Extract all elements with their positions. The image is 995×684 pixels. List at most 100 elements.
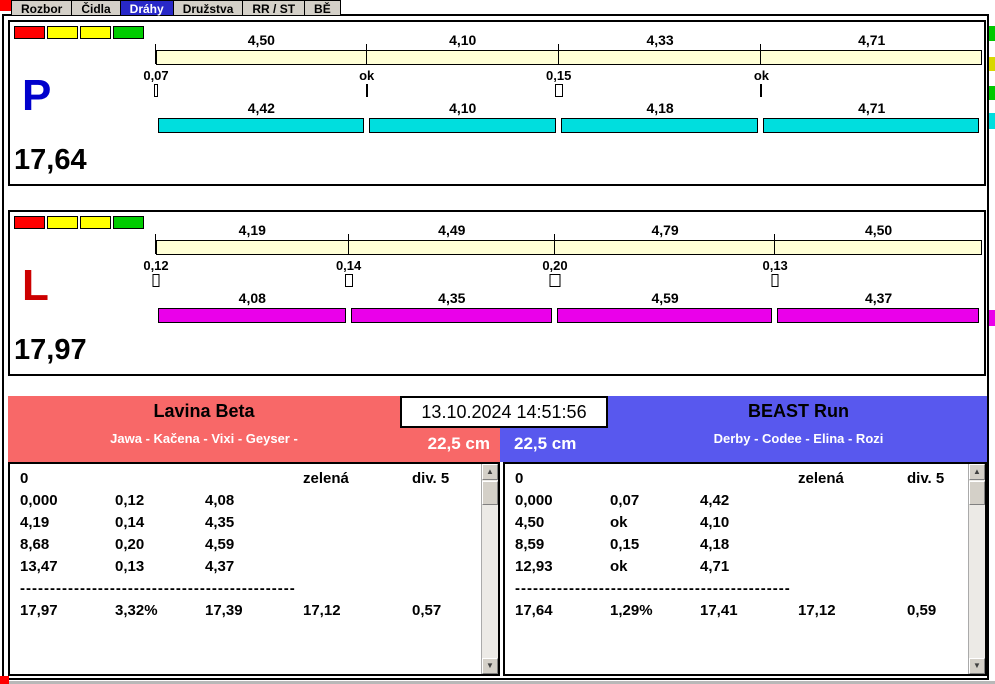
table-row: 17,64 1,29% 17,41 17,12 0,59 bbox=[505, 602, 967, 624]
table-cell: 0,12 bbox=[115, 492, 145, 509]
scroll-down-button[interactable]: ▼ bbox=[969, 658, 985, 674]
table-row: 0,000 0,07 4,42 bbox=[505, 492, 967, 514]
lane-panel-p: P 4,50 0,07 4,42 4,10 ok 4,10 4,33 0,15 4,18 4,71… bbox=[8, 20, 986, 186]
table-cell: 0,000 bbox=[20, 492, 58, 509]
split-tick bbox=[774, 234, 776, 254]
table-cell: 0,20 bbox=[115, 536, 145, 553]
table-row: 13,47 0,13 4,37 bbox=[10, 558, 480, 580]
run-bar-segment bbox=[777, 308, 979, 323]
scrollbar[interactable]: ▲ ▼ bbox=[481, 464, 498, 674]
run-time: 4,35 bbox=[438, 290, 466, 306]
table-cell: div. 5 bbox=[412, 470, 450, 487]
split-time: 4,71 bbox=[858, 32, 886, 48]
split-tick bbox=[365, 44, 367, 64]
tab-čidla[interactable]: Čidla bbox=[71, 0, 120, 16]
table-cell: 0,14 bbox=[115, 514, 145, 531]
split-time: 4,10 bbox=[449, 32, 477, 48]
team-name: BEAST Run bbox=[748, 401, 849, 421]
exchange-time: 0,13 bbox=[762, 258, 788, 273]
table-row: 0 zelená div. 5 bbox=[10, 470, 480, 492]
table-separator: ----------------------------------------… bbox=[20, 580, 296, 597]
split-tick bbox=[760, 44, 762, 64]
run-time: 4,18 bbox=[646, 100, 674, 116]
split-time: 4,50 bbox=[247, 32, 275, 48]
table-cell: 0,15 bbox=[610, 536, 640, 553]
scroll-down-button[interactable]: ▼ bbox=[482, 658, 498, 674]
start-light bbox=[47, 26, 78, 39]
table-separator: ----------------------------------------… bbox=[515, 580, 791, 597]
exchange-time: 0,20 bbox=[542, 258, 568, 273]
table-cell: 8,59 bbox=[515, 536, 545, 553]
start-light bbox=[113, 26, 144, 39]
table-cell: 4,42 bbox=[700, 492, 730, 509]
table-cell: zelená bbox=[798, 470, 844, 487]
exchange-time: 0,15 bbox=[546, 68, 572, 83]
results-table: 0 zelená div. 5 0,000 0,12 4,08 4,19 0,14 4,35 8,… bbox=[10, 470, 480, 674]
lane-letter: P bbox=[22, 71, 52, 120]
table-cell: 13,47 bbox=[20, 558, 58, 575]
team-dogs: Jawa - Kačena - Vixi - Geyser - bbox=[110, 431, 298, 446]
exchange-time: ok bbox=[359, 68, 375, 83]
table-row: 8,68 0,20 4,59 bbox=[10, 536, 480, 558]
table-cell: 4,50 bbox=[515, 514, 545, 531]
scroll-thumb[interactable] bbox=[969, 481, 985, 505]
split-time: 4,49 bbox=[438, 222, 466, 238]
run-bar-segment bbox=[158, 308, 346, 323]
table-cell: 0,07 bbox=[610, 492, 640, 509]
tab-bar: Rozbor Čidla Dráhy Družstva RR / ST BĚ bbox=[11, 0, 341, 16]
tab-rozbor[interactable]: Rozbor bbox=[11, 0, 72, 16]
run-time: 4,71 bbox=[858, 100, 886, 116]
team-jump-height: 22,5 cm bbox=[514, 434, 577, 453]
exchange-time: ok bbox=[753, 68, 770, 83]
run-bar-segment bbox=[556, 308, 773, 323]
start-light bbox=[80, 216, 111, 229]
table-cell: 4,08 bbox=[205, 492, 235, 509]
exchange-marker bbox=[365, 84, 368, 97]
lane-panel-l: L 4,19 0,12 4,08 4,49 0,14 4,35 4,79 0,20 4,59 4,… bbox=[8, 210, 986, 376]
table-cell: 17,12 bbox=[303, 602, 341, 619]
tab-bě[interactable]: BĚ bbox=[304, 0, 341, 16]
run-time: 4,59 bbox=[651, 290, 679, 306]
datetime: 13.10.2024 14:51:56 bbox=[400, 396, 608, 428]
table-cell: 17,41 bbox=[700, 602, 738, 619]
exchange-marker bbox=[760, 84, 763, 97]
table-cell: 17,97 bbox=[20, 602, 58, 619]
scroll-thumb[interactable] bbox=[482, 481, 498, 505]
exchange-marker bbox=[771, 274, 779, 287]
split-time: 4,19 bbox=[238, 222, 266, 238]
exchange-marker bbox=[152, 274, 160, 287]
split-time: 4,79 bbox=[651, 222, 679, 238]
tab-dráhy[interactable]: Dráhy bbox=[119, 0, 173, 16]
table-cell: 4,35 bbox=[205, 514, 235, 531]
run-bar-segment bbox=[158, 118, 364, 133]
table-cell: 3,32% bbox=[115, 602, 158, 619]
exchange-time: 0,07 bbox=[143, 68, 169, 83]
start-light bbox=[14, 26, 45, 39]
split-time: 4,33 bbox=[646, 32, 674, 48]
scroll-up-button[interactable]: ▲ bbox=[482, 464, 498, 480]
exchange-marker bbox=[344, 274, 353, 287]
run-time: 4,08 bbox=[238, 290, 266, 306]
edge-artifact bbox=[989, 113, 995, 129]
run-time: 4,37 bbox=[864, 290, 893, 306]
team-jump-height: 22,5 cm bbox=[427, 434, 490, 453]
table-cell: 8,68 bbox=[20, 536, 50, 553]
corner-artifact bbox=[0, 676, 9, 684]
tab-rrst[interactable]: RR / ST bbox=[242, 0, 305, 16]
run-time: 4,42 bbox=[247, 100, 275, 116]
tab-družstva[interactable]: Družstva bbox=[172, 0, 243, 16]
table-cell: 0,57 bbox=[412, 602, 442, 619]
edge-artifact bbox=[989, 26, 995, 41]
split-tick bbox=[557, 44, 559, 64]
table-cell: ok bbox=[610, 558, 628, 575]
start-light bbox=[113, 216, 144, 229]
corner-artifact bbox=[0, 0, 11, 11]
scrollbar[interactable]: ▲ ▼ bbox=[968, 464, 985, 674]
run-bar-segment bbox=[368, 118, 556, 133]
scroll-up-button[interactable]: ▲ bbox=[969, 464, 985, 480]
split-tick bbox=[347, 234, 349, 254]
table-cell: 0,59 bbox=[907, 602, 937, 619]
table-cell: 4,37 bbox=[205, 558, 235, 575]
team-dogs: Derby - Codee - Elina - Rozi bbox=[713, 431, 884, 446]
edge-artifact bbox=[989, 310, 995, 326]
